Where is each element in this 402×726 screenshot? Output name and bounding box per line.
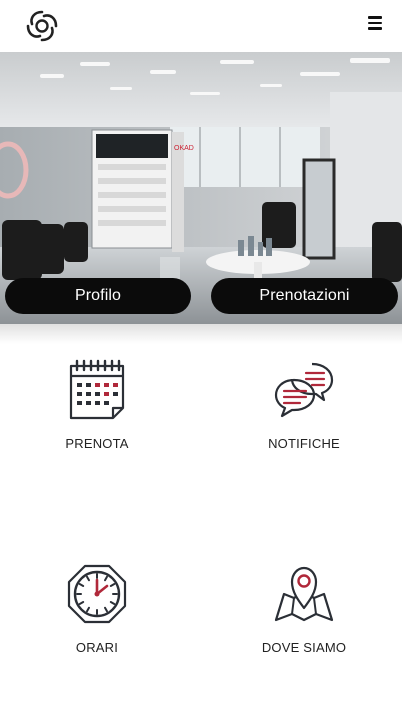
hero-shadow xyxy=(0,324,402,344)
app-header xyxy=(0,0,402,52)
tile-orari[interactable]: ORARI xyxy=(7,562,187,682)
tile-notifiche[interactable]: NOTIFICHE xyxy=(214,358,394,478)
swirl-logo-icon[interactable] xyxy=(24,8,60,44)
hamburger-menu-icon[interactable] xyxy=(368,16,382,32)
calendar-icon xyxy=(65,358,129,422)
tile-label: PRENOTA xyxy=(65,436,129,451)
chat-bubbles-icon xyxy=(272,358,336,422)
clock-icon xyxy=(65,562,129,626)
bookings-button[interactable]: Prenotazioni xyxy=(211,278,398,314)
tile-label: DOVE SIAMO xyxy=(261,640,347,655)
tile-label: ORARI xyxy=(75,640,119,655)
profile-button[interactable]: Profilo xyxy=(5,278,191,314)
map-pin-icon xyxy=(272,562,336,626)
svg-text:OKAD: OKAD xyxy=(174,145,194,152)
tile-prenota[interactable]: PRENOTA xyxy=(7,358,187,478)
tile-label: NOTIFICHE xyxy=(268,436,340,451)
tile-dove-siamo[interactable]: DOVE SIAMO xyxy=(214,562,394,682)
